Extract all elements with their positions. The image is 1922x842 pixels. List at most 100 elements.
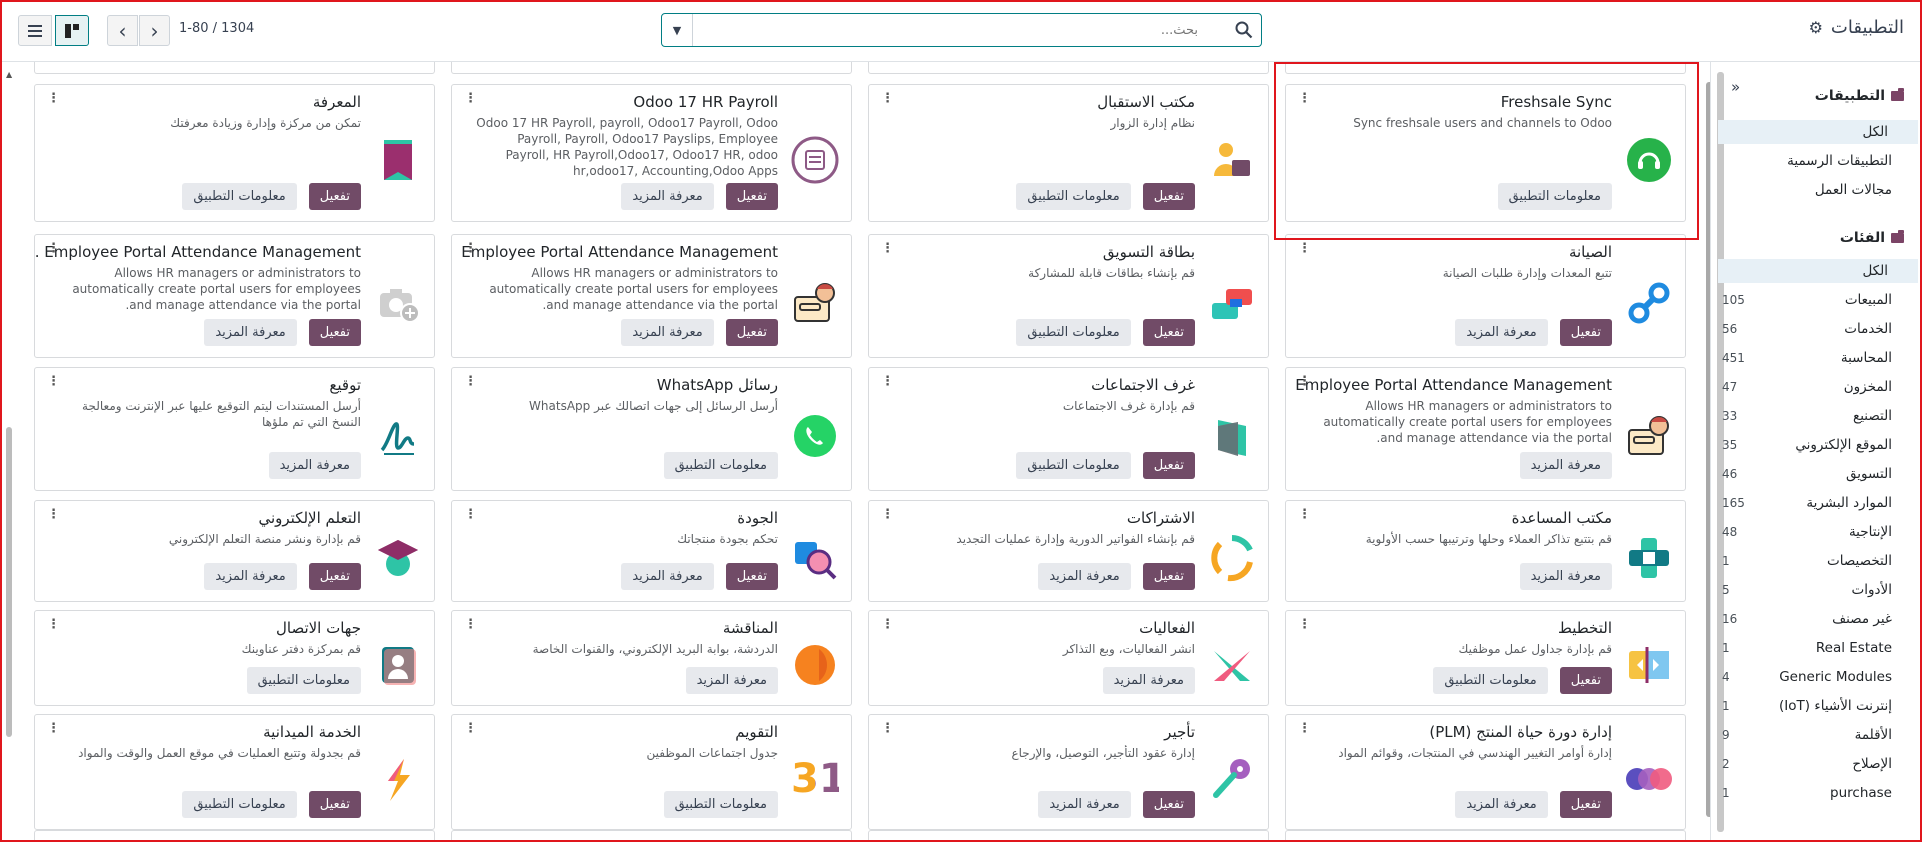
- more-options-icon[interactable]: ⋮: [464, 91, 477, 106]
- activate-button[interactable]: تفعيل: [1142, 563, 1195, 590]
- more-options-icon[interactable]: ⋮: [47, 241, 60, 256]
- app-card[interactable]: غرف الاجتماعات قم بإدارة غرف الاجتماعات ⋮ ت…: [868, 367, 1269, 491]
- sidebar-category[interactable]: الإصلاح 2: [1710, 752, 1922, 776]
- app-info-button[interactable]: معلومات التطبيق: [663, 791, 778, 818]
- app-info-button[interactable]: معلومات التطبيق: [246, 667, 361, 694]
- more-options-icon[interactable]: ⋮: [1298, 507, 1311, 522]
- more-options-icon[interactable]: ⋮: [464, 507, 477, 522]
- learn-more-button[interactable]: معرفة المزيد: [621, 183, 714, 210]
- app-info-button[interactable]: معلومات التطبيق: [1433, 667, 1548, 694]
- learn-more-button[interactable]: معرفة المزيد: [1038, 563, 1131, 590]
- more-options-icon[interactable]: ⋮: [47, 507, 60, 522]
- sidebar-category[interactable]: التصنيع 33: [1710, 404, 1922, 428]
- app-card[interactable]: إدارة دورة حياة المنتج (PLM) إدارة أوامر …: [1285, 714, 1686, 830]
- learn-more-button[interactable]: معرفة المزيد: [685, 667, 778, 694]
- activate-button[interactable]: تفعيل: [1559, 667, 1612, 694]
- more-options-icon[interactable]: ⋮: [881, 241, 894, 256]
- sidebar-category[interactable]: الموارد البشرية 165: [1710, 491, 1922, 515]
- activate-button[interactable]: تفعيل: [1559, 791, 1612, 818]
- learn-more-button[interactable]: معرفة المزيد: [621, 319, 714, 346]
- more-options-icon[interactable]: ⋮: [464, 374, 477, 389]
- sidebar-category[interactable]: الإنتاجية 48: [1710, 520, 1922, 544]
- activate-button[interactable]: تفعيل: [1559, 319, 1612, 346]
- sidebar-app-filter[interactable]: مجالات العمل: [1710, 178, 1922, 202]
- list-view-button[interactable]: [18, 15, 52, 46]
- learn-more-button[interactable]: معرفة المزيد: [1455, 791, 1548, 818]
- more-options-icon[interactable]: ⋮: [464, 617, 477, 632]
- sidebar-category[interactable]: الأقلمة 9: [1710, 723, 1922, 747]
- sidebar-category[interactable]: المحاسبة 451: [1710, 346, 1922, 370]
- sidebar-category[interactable]: غير مصنف 16: [1710, 607, 1922, 631]
- activate-button[interactable]: تفعيل: [1142, 791, 1195, 818]
- app-card[interactable]: مكتب المساعدة قم بتتبع تذاكر العملاء وحله…: [1285, 500, 1686, 602]
- sidebar-category[interactable]: Generic Modules 4: [1710, 665, 1922, 689]
- more-options-icon[interactable]: ⋮: [47, 617, 60, 632]
- app-info-button[interactable]: معلومات التطبيق: [1497, 183, 1612, 210]
- app-card[interactable]: التخطيط قم بإدارة جداول عمل موظفيك ⋮ تفعيل م…: [1285, 610, 1686, 706]
- app-info-button[interactable]: معلومات التطبيق: [182, 183, 297, 210]
- app-info-button[interactable]: معلومات التطبيق: [1016, 452, 1131, 479]
- app-card[interactable]: المناقشة الدردشة، بوابة البريد الإلكتروني…: [451, 610, 852, 706]
- sidebar-category[interactable]: إنترنت الأشياء (IoT) 1: [1710, 694, 1922, 718]
- app-card[interactable]: الاشتراكات قم بإنشاء الفواتير الدورية وإد…: [868, 500, 1269, 602]
- sidebar-category[interactable]: الأدوات 5: [1710, 578, 1922, 602]
- search-input[interactable]: [698, 18, 1198, 42]
- learn-more-button[interactable]: معرفة المزيد: [1519, 563, 1612, 590]
- app-info-button[interactable]: معلومات التطبيق: [1016, 319, 1131, 346]
- learn-more-button[interactable]: معرفة المزيد: [1038, 791, 1131, 818]
- activate-button[interactable]: تفعيل: [1142, 319, 1195, 346]
- app-card[interactable]: الجودة تحكم بجودة منتجاتك ⋮ تفعيل معرفة المز…: [451, 500, 852, 602]
- app-info-button[interactable]: معلومات التطبيق: [1016, 183, 1131, 210]
- more-options-icon[interactable]: ⋮: [1298, 91, 1311, 106]
- app-info-button[interactable]: معلومات التطبيق: [182, 791, 297, 818]
- sidebar-category[interactable]: الكل: [1718, 259, 1918, 283]
- sidebar-app-filter[interactable]: الكل: [1718, 120, 1918, 144]
- app-card[interactable]: Freshsale Sync Sync freshsale users and c…: [1285, 84, 1686, 222]
- sidebar-category[interactable]: التخصيصات 1: [1710, 549, 1922, 573]
- activate-button[interactable]: تفعيل: [725, 183, 778, 210]
- pager-value[interactable]: 1-80 / 1304: [179, 21, 254, 36]
- learn-more-button[interactable]: معرفة المزيد: [1102, 667, 1195, 694]
- app-card[interactable]: Odoo 17 HR Payroll Odoo 17 HR Payroll, pa…: [451, 84, 852, 222]
- app-card[interactable]: Employee Portal Attendance Management All…: [1285, 367, 1686, 491]
- sidebar-app-filter[interactable]: التطبيقات الرسمية: [1710, 149, 1922, 173]
- sidebar-category[interactable]: التسويق 46: [1710, 462, 1922, 486]
- learn-more-button[interactable]: معرفة المزيد: [204, 563, 297, 590]
- more-options-icon[interactable]: ⋮: [1298, 721, 1311, 736]
- activate-button[interactable]: تفعيل: [1142, 183, 1195, 210]
- sidebar-category[interactable]: المخزون 47: [1710, 375, 1922, 399]
- app-card[interactable]: Employee Portal Attendance Management All…: [451, 234, 852, 358]
- more-options-icon[interactable]: ⋮: [881, 374, 894, 389]
- app-card[interactable]: تأجير إدارة عقود التأجير، التوصيل، والإرج…: [868, 714, 1269, 830]
- app-card[interactable]: Employee Portal Attendance Management . A…: [34, 234, 435, 358]
- activate-button[interactable]: تفعيل: [308, 183, 361, 210]
- activate-button[interactable]: تفعيل: [308, 563, 361, 590]
- sidebar-category[interactable]: الخدمات 56: [1710, 317, 1922, 341]
- app-card[interactable]: التعلم الإلكتروني قم بإدارة ونشر منصة الت…: [34, 500, 435, 602]
- left-scrollbar[interactable]: [6, 427, 12, 737]
- activate-button[interactable]: تفعيل: [308, 319, 361, 346]
- app-card[interactable]: بطاقة التسويق قم بإنشاء بطاقات قابلة للمش…: [868, 234, 1269, 358]
- app-card[interactable]: جهات الاتصال قم بمركزة دفتر عناوينك ⋮ معلوم…: [34, 610, 435, 706]
- more-options-icon[interactable]: ⋮: [881, 507, 894, 522]
- pager-next-button[interactable]: ›: [139, 15, 170, 46]
- sidebar-category[interactable]: purchase 1: [1710, 781, 1922, 805]
- app-card[interactable]: توقيع أرسل المستندات ليتم التوقيع عليها ع…: [34, 367, 435, 491]
- pager-previous-button[interactable]: ‹: [107, 15, 138, 46]
- app-card[interactable]: المعرفة تمكن من مركزة وإدارة وزيادة معرفت…: [34, 84, 435, 222]
- search-icon[interactable]: [1235, 21, 1253, 39]
- app-card[interactable]: الخدمة الميدانية قم بجدولة وتتبع العمليات…: [34, 714, 435, 830]
- app-card[interactable]: رسائل WhatsApp أرسل الرسائل إلى جهات اتصا…: [451, 367, 852, 491]
- app-card[interactable]: 31 التقويم جدول اجتماعات الموظفين ⋮ معلومات …: [451, 714, 852, 830]
- learn-more-button[interactable]: معرفة المزيد: [1519, 452, 1612, 479]
- more-options-icon[interactable]: ⋮: [47, 721, 60, 736]
- more-options-icon[interactable]: ⋮: [881, 617, 894, 632]
- more-options-icon[interactable]: ⋮: [1298, 617, 1311, 632]
- activate-button[interactable]: تفعيل: [308, 791, 361, 818]
- more-options-icon[interactable]: ⋮: [1298, 241, 1311, 256]
- learn-more-button[interactable]: معرفة المزيد: [621, 563, 714, 590]
- learn-more-button[interactable]: معرفة المزيد: [268, 452, 361, 479]
- kanban-view-button[interactable]: [55, 15, 89, 46]
- gear-icon[interactable]: ⚙: [1809, 18, 1823, 37]
- learn-more-button[interactable]: معرفة المزيد: [204, 319, 297, 346]
